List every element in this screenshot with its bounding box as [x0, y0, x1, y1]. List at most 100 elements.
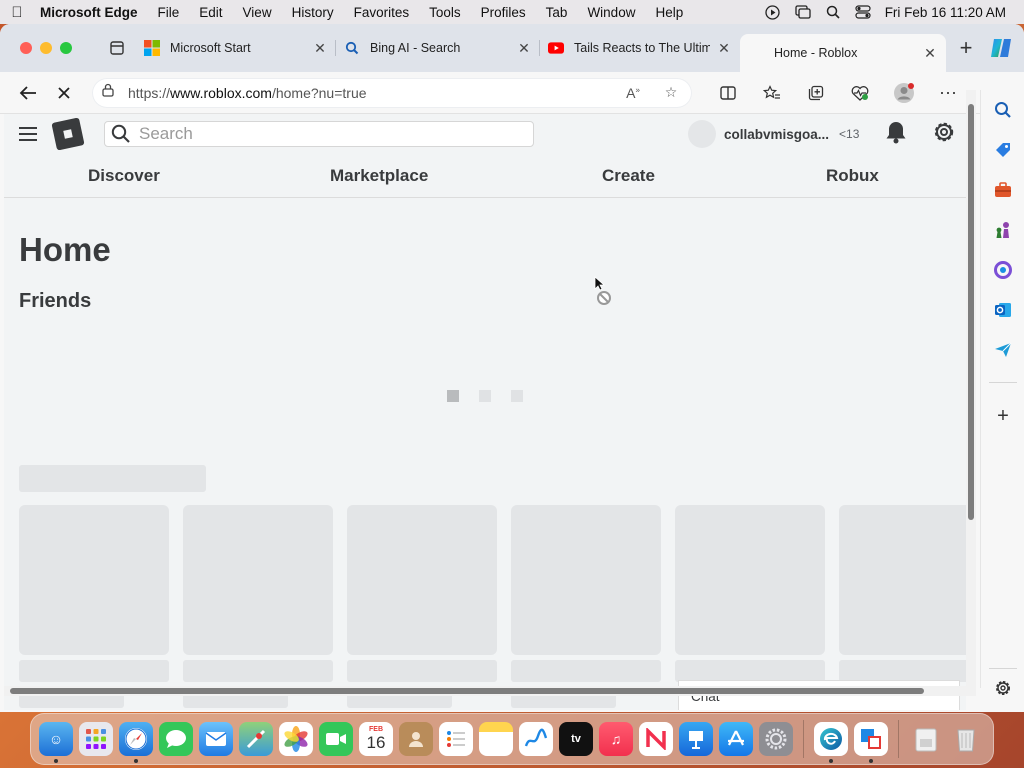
menu-history[interactable]: History: [282, 5, 344, 20]
facetime-icon[interactable]: [319, 722, 353, 756]
skeleton-title: [347, 660, 497, 682]
music-icon[interactable]: ♫: [599, 722, 633, 756]
app-store-icon[interactable]: [719, 722, 753, 756]
macos-dock: ☺ FEB 16 tv ♫: [30, 713, 994, 765]
system-settings-icon[interactable]: [759, 722, 793, 756]
safari-icon[interactable]: [119, 722, 153, 763]
hamburger-menu-icon[interactable]: [4, 126, 52, 142]
messages-icon[interactable]: [159, 722, 193, 756]
tab-youtube[interactable]: Tails Reacts to The Ultim ✕: [540, 31, 740, 65]
spotlight-search-icon[interactable]: [825, 5, 841, 19]
scrollbar-thumb[interactable]: [10, 688, 924, 694]
friends-heading: Friends: [19, 290, 92, 312]
tools-briefcase-icon[interactable]: [993, 180, 1013, 200]
profile-avatar-icon[interactable]: [886, 77, 922, 109]
notification-bell-icon[interactable]: [885, 120, 907, 149]
menu-file[interactable]: File: [148, 5, 190, 20]
add-sidebar-app-icon[interactable]: +: [993, 405, 1013, 427]
favorites-icon[interactable]: [754, 77, 790, 109]
sidebar-search-icon[interactable]: [993, 100, 1013, 120]
search-placeholder: Search: [139, 124, 193, 143]
lock-icon[interactable]: [102, 83, 114, 102]
copilot-icon[interactable]: [988, 35, 1014, 61]
menu-edit[interactable]: Edit: [189, 5, 232, 20]
notes-icon[interactable]: [479, 722, 513, 756]
minimize-window-button[interactable]: [40, 42, 52, 54]
microsoft-365-icon[interactable]: [993, 260, 1013, 280]
maps-icon[interactable]: [239, 722, 273, 756]
avatar[interactable]: [688, 120, 716, 148]
downloads-folder-icon[interactable]: [909, 722, 943, 756]
menu-app-name[interactable]: Microsoft Edge: [34, 5, 148, 20]
apple-tv-icon[interactable]: tv: [559, 722, 593, 756]
menu-profiles[interactable]: Profiles: [471, 5, 536, 20]
nav-robux[interactable]: Robux: [826, 166, 879, 186]
close-tab-icon[interactable]: ✕: [516, 40, 532, 57]
close-tab-icon[interactable]: ✕: [716, 40, 732, 57]
collections-icon[interactable]: [798, 77, 834, 109]
stop-loading-button[interactable]: [46, 77, 82, 109]
edge-sidebar: +: [980, 90, 1024, 695]
menu-tools[interactable]: Tools: [419, 5, 471, 20]
control-center-icon[interactable]: [855, 5, 871, 19]
menu-help[interactable]: Help: [645, 5, 693, 20]
user-profile-link[interactable]: collabvmisgoa... <13: [688, 120, 859, 148]
microsoft-edge-icon[interactable]: [814, 722, 848, 763]
tab-actions-button[interactable]: [98, 40, 136, 56]
nav-discover[interactable]: Discover: [88, 166, 160, 186]
favorite-star-icon[interactable]: ☆: [660, 84, 682, 101]
roblox-search-input[interactable]: Search: [104, 121, 534, 147]
page-title: Home: [19, 231, 111, 268]
finder-icon[interactable]: ☺: [39, 722, 73, 763]
menu-tab[interactable]: Tab: [536, 5, 578, 20]
username[interactable]: collabvmisgoa...: [724, 127, 829, 142]
photos-icon[interactable]: [279, 722, 313, 756]
screen-mirroring-icon[interactable]: [795, 5, 811, 19]
browser-essentials-icon[interactable]: [842, 77, 878, 109]
split-screen-icon[interactable]: [710, 77, 746, 109]
launchpad-icon[interactable]: [79, 722, 113, 756]
mail-icon[interactable]: [199, 722, 233, 756]
menu-favorites[interactable]: Favorites: [344, 5, 420, 20]
sidebar-settings-icon[interactable]: [993, 678, 1013, 698]
keynote-icon[interactable]: [679, 722, 713, 756]
menu-view[interactable]: View: [233, 5, 282, 20]
close-window-button[interactable]: [20, 42, 32, 54]
browser-toolbar: https://www.roblox.com/home?nu=true A» ☆…: [0, 72, 1024, 114]
trash-icon[interactable]: [949, 722, 983, 756]
tab-bing-ai[interactable]: Bing AI - Search ✕: [336, 31, 540, 65]
close-tab-icon[interactable]: ✕: [922, 45, 938, 62]
media-play-icon[interactable]: [765, 4, 781, 20]
freeform-icon[interactable]: [519, 722, 553, 756]
tab-microsoft-start[interactable]: Microsoft Start ✕: [136, 31, 336, 65]
horizontal-scrollbar[interactable]: [4, 686, 976, 696]
url-text[interactable]: https://www.roblox.com/home?nu=true: [128, 85, 606, 101]
reminders-icon[interactable]: [439, 722, 473, 756]
scrollbar-thumb[interactable]: [968, 104, 974, 520]
contacts-icon[interactable]: [399, 722, 433, 756]
menu-window[interactable]: Window: [577, 5, 645, 20]
settings-gear-icon[interactable]: [931, 119, 957, 150]
games-chess-icon[interactable]: [993, 220, 1013, 240]
vertical-scrollbar[interactable]: [966, 90, 976, 686]
news-icon[interactable]: [639, 722, 673, 756]
tab-roblox-home[interactable]: Home - Roblox ✕: [740, 34, 946, 72]
menu-clock[interactable]: Fri Feb 16 11:20 AM: [885, 5, 1006, 20]
calendar-icon[interactable]: FEB 16: [359, 722, 393, 756]
address-bar[interactable]: https://www.roblox.com/home?nu=true A» ☆: [92, 77, 692, 108]
nav-marketplace[interactable]: Marketplace: [330, 166, 428, 186]
nav-create[interactable]: Create: [602, 166, 655, 186]
read-aloud-icon[interactable]: A»: [622, 85, 644, 101]
close-tab-icon[interactable]: ✕: [312, 40, 328, 57]
back-button[interactable]: [10, 77, 46, 109]
remote-desktop-icon[interactable]: [854, 722, 888, 763]
send-telegram-icon[interactable]: [993, 340, 1013, 360]
zoom-window-button[interactable]: [60, 42, 72, 54]
new-tab-button[interactable]: +: [946, 35, 986, 61]
apple-menu-icon[interactable]: : [0, 4, 34, 21]
outlook-icon[interactable]: [993, 300, 1013, 320]
roblox-logo-icon[interactable]: [51, 117, 85, 151]
more-options-icon[interactable]: ···: [930, 77, 966, 109]
loading-indicator: [447, 390, 523, 402]
shopping-tag-icon[interactable]: [993, 140, 1013, 160]
